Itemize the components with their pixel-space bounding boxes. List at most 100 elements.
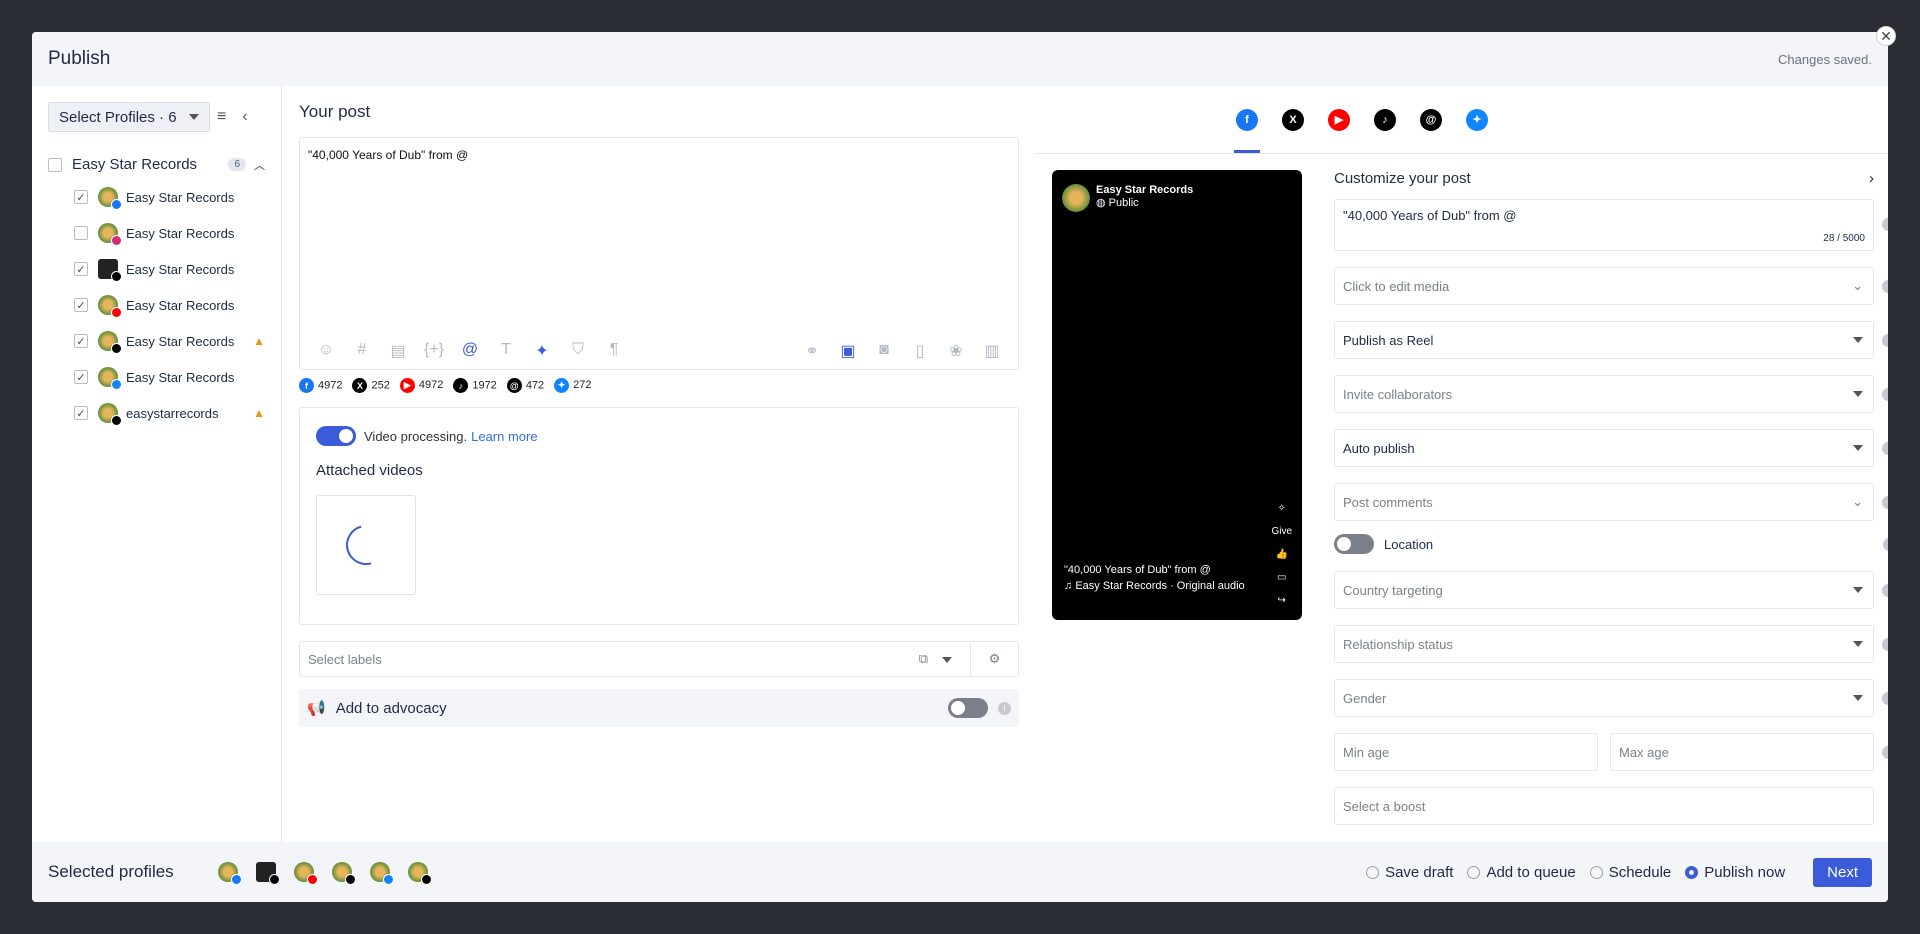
profile-item[interactable]: ✓ Easy Star Records [48, 179, 265, 215]
info-icon[interactable]: i [1882, 495, 1888, 509]
profile-item[interactable]: ✓ Easy Star Records ▲ [48, 323, 265, 359]
info-icon[interactable]: i [1882, 441, 1888, 455]
chevron-right-icon[interactable]: › [1869, 170, 1874, 187]
collaborators-select[interactable]: Invite collaborators i [1334, 375, 1888, 413]
avatar [98, 367, 122, 390]
profile-item[interactable]: ✓ Easy Star Records [48, 251, 265, 287]
profile-group[interactable]: Easy Star Records 6 ︿ [48, 156, 265, 173]
avatar[interactable] [408, 862, 432, 885]
chevron-up-icon[interactable]: ︿ [254, 157, 265, 173]
shield-icon[interactable]: ⛉ [560, 341, 596, 361]
filter-icon[interactable]: ≡ [217, 108, 226, 126]
video-processing-toggle[interactable] [316, 426, 356, 446]
text-format-icon[interactable]: T [488, 341, 524, 361]
select-profiles-dropdown[interactable]: Select Profiles · 6 [48, 102, 210, 132]
avatar[interactable] [370, 862, 394, 885]
paragraph-icon[interactable]: ¶ [596, 341, 632, 361]
option-publish-now[interactable]: Publish now [1685, 864, 1785, 881]
info-icon[interactable]: i [1883, 537, 1888, 551]
preview-profile-name: Easy Star Records [1096, 184, 1194, 196]
labels-select[interactable]: Select labels ⧉ ⚙ [299, 641, 1019, 677]
profile-checkbox[interactable]: ✓ [74, 190, 88, 204]
poll-icon[interactable]: ▥ [974, 341, 1010, 361]
video-icon[interactable]: ▣ [830, 341, 866, 361]
link-icon[interactable]: ⚭ [794, 341, 830, 361]
location-toggle[interactable] [1334, 534, 1374, 554]
min-age-input[interactable]: Min age [1334, 733, 1598, 771]
video-thumbnail[interactable] [316, 495, 416, 595]
profile-item[interactable]: ✓ Easy Star Records [48, 359, 265, 395]
post-text-editor[interactable]: "40,000 Years of Dub" from @ ☺ # ▤ {+} @… [299, 137, 1019, 370]
emoji-icon[interactable]: ☺ [308, 341, 344, 361]
avatar[interactable] [332, 862, 356, 885]
tab-tiktok[interactable]: ♪ [1374, 108, 1396, 131]
info-icon[interactable]: i [1882, 583, 1888, 597]
profile-item[interactable]: ✓ Easy Star Records [48, 287, 265, 323]
profile-checkbox[interactable]: ✓ [74, 262, 88, 276]
option-add-to-queue[interactable]: Add to queue [1467, 864, 1576, 881]
settings-gear-icon[interactable]: ⚙ [970, 642, 1018, 676]
profile-checkbox[interactable] [74, 226, 88, 240]
info-icon[interactable]: i [998, 701, 1011, 715]
relationship-status-select[interactable]: Relationship status i [1334, 625, 1888, 663]
hashtag-icon[interactable]: # [344, 341, 380, 361]
collapse-panel-icon[interactable]: ‹ [242, 108, 247, 126]
profile-checkbox[interactable]: ✓ [74, 334, 88, 348]
custom-post-text[interactable]: "40,000 Years of Dub" from @ 28 / 5000 i [1334, 199, 1888, 251]
tab-threads[interactable]: @ [1420, 108, 1442, 131]
publish-as-select[interactable]: Publish as Reel i [1334, 321, 1888, 359]
gender-select[interactable]: Gender i [1334, 679, 1888, 717]
edit-media-dropdown[interactable]: Click to edit media ⌄ i [1334, 267, 1888, 305]
document-icon[interactable]: ▯ [902, 341, 938, 361]
info-icon[interactable]: i [1882, 218, 1888, 231]
warning-icon[interactable]: ▲ [253, 334, 265, 348]
avatar[interactable] [218, 862, 242, 885]
avatar [1062, 184, 1090, 212]
copy-icon[interactable]: ⧉ [919, 651, 928, 667]
next-button[interactable]: Next [1813, 857, 1872, 887]
mention-icon[interactable]: @ [452, 341, 488, 361]
avatar[interactable] [256, 862, 280, 885]
info-icon[interactable]: i [1882, 745, 1888, 759]
radio-button[interactable] [1467, 866, 1481, 880]
info-icon[interactable]: i [1882, 691, 1888, 705]
advocacy-toggle[interactable] [948, 698, 988, 718]
max-age-input[interactable]: Max age i [1610, 733, 1888, 771]
boost-select[interactable]: Select a boost [1334, 787, 1874, 825]
profile-name: Easy Star Records [126, 261, 235, 277]
tab-x[interactable]: X [1282, 108, 1304, 131]
radio-button[interactable] [1685, 866, 1699, 880]
info-icon[interactable]: i [1882, 279, 1888, 293]
snippet-icon[interactable]: ▤ [380, 341, 416, 361]
group-checkbox[interactable] [48, 157, 62, 172]
profile-checkbox[interactable]: ✓ [74, 298, 88, 312]
profile-checkbox[interactable]: ✓ [74, 370, 88, 384]
tab-facebook[interactable]: f [1234, 108, 1260, 153]
profile-item[interactable]: ✓ easystarrecords ▲ [48, 395, 265, 431]
info-icon[interactable]: i [1882, 637, 1888, 651]
post-comments-dropdown[interactable]: Post comments ⌄ i [1334, 483, 1888, 521]
option-schedule[interactable]: Schedule [1589, 864, 1671, 881]
country-targeting-select[interactable]: Country targeting i [1334, 571, 1888, 609]
avatar[interactable] [294, 862, 318, 885]
camera-icon[interactable]: ◙ [866, 341, 902, 361]
radio-button[interactable] [1589, 866, 1603, 880]
media-library-icon[interactable]: ❀ [938, 341, 974, 361]
profile-checkbox[interactable]: ✓ [74, 406, 88, 420]
option-save-draft[interactable]: Save draft [1366, 864, 1453, 881]
option-label: Publish now [1704, 863, 1786, 881]
caret-down-icon[interactable] [942, 657, 952, 663]
profile-item[interactable]: Easy Star Records [48, 215, 265, 251]
ai-assist-icon[interactable]: ✦ [524, 341, 560, 361]
info-icon[interactable]: i [1882, 333, 1888, 347]
warning-icon[interactable]: ▲ [253, 406, 265, 420]
learn-more-link[interactable]: Learn more [471, 429, 537, 444]
tab-youtube[interactable]: ▶ [1328, 108, 1350, 131]
close-modal-button[interactable]: ✕ [1876, 26, 1896, 46]
auto-publish-select[interactable]: Auto publish i [1334, 429, 1888, 467]
info-icon[interactable]: i [1882, 387, 1888, 401]
radio-button[interactable] [1366, 866, 1380, 880]
tab-bluesky[interactable]: ✦ [1466, 108, 1488, 131]
variable-icon[interactable]: {+} [416, 341, 452, 361]
avatar [98, 223, 122, 246]
